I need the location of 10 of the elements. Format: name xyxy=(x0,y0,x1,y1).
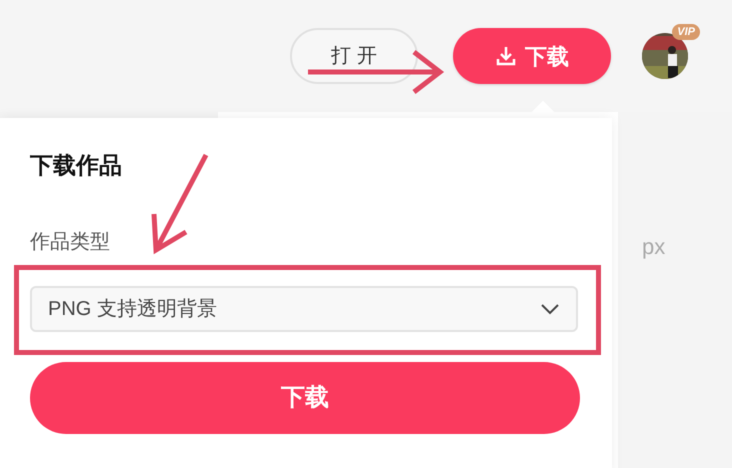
unit-label: px xyxy=(642,233,666,261)
popup-title: 下载作品 xyxy=(30,151,123,180)
download-button[interactable]: 下载 xyxy=(453,28,611,84)
chevron-down-icon xyxy=(540,303,560,315)
download-icon xyxy=(495,45,517,67)
popup-download-button[interactable]: 下载 xyxy=(30,362,580,434)
field-label: 作品类型 xyxy=(30,230,111,255)
file-type-select[interactable]: PNG 支持透明背景 xyxy=(30,286,578,332)
open-button[interactable]: 打 开 xyxy=(290,28,418,84)
vip-badge: VIP xyxy=(672,24,700,40)
